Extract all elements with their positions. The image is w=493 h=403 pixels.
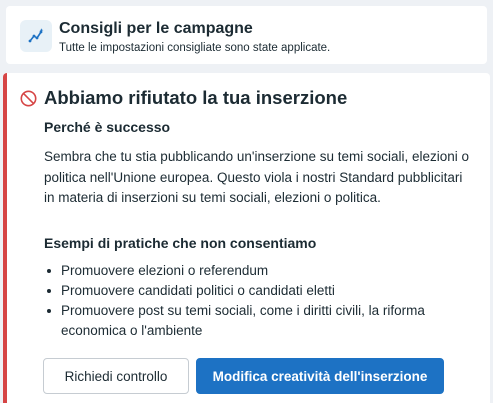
campaign-tips-subtitle: Tutte le impostazioni consigliate sono s… xyxy=(59,42,331,54)
campaign-tips-title: Consigli per le campagne xyxy=(59,20,253,37)
prohibited-icon xyxy=(20,90,37,107)
campaign-tips-card: Consigli per le campagne Tutte le impost… xyxy=(6,6,487,64)
examples-heading: Esempi di pratiche che non consentiamo xyxy=(44,235,317,251)
why-explanation: Sembra che tu stia pubblicando un'inserz… xyxy=(44,149,470,205)
request-review-button[interactable]: Richiedi controllo xyxy=(43,358,189,394)
error-accent-bar xyxy=(3,73,7,403)
edit-ad-creative-button[interactable]: Modifica creatività dell'inserzione xyxy=(196,358,444,394)
list-item: Promuovere candidati politici o candidat… xyxy=(46,281,476,301)
rejection-title: Abbiamo rifiutato la tua inserzione xyxy=(44,87,348,108)
ad-rejected-card: Abbiamo rifiutato la tua inserzione Perc… xyxy=(3,73,490,403)
list-item: Promuovere post su temi sociali, come i … xyxy=(46,301,476,341)
sparkle-line-chart-icon xyxy=(20,20,52,52)
why-heading: Perché è successo xyxy=(44,119,171,135)
list-item: Promuovere elezioni o referendum xyxy=(46,261,476,281)
examples-list: Promuovere elezioni o referendum Promuov… xyxy=(46,261,476,341)
